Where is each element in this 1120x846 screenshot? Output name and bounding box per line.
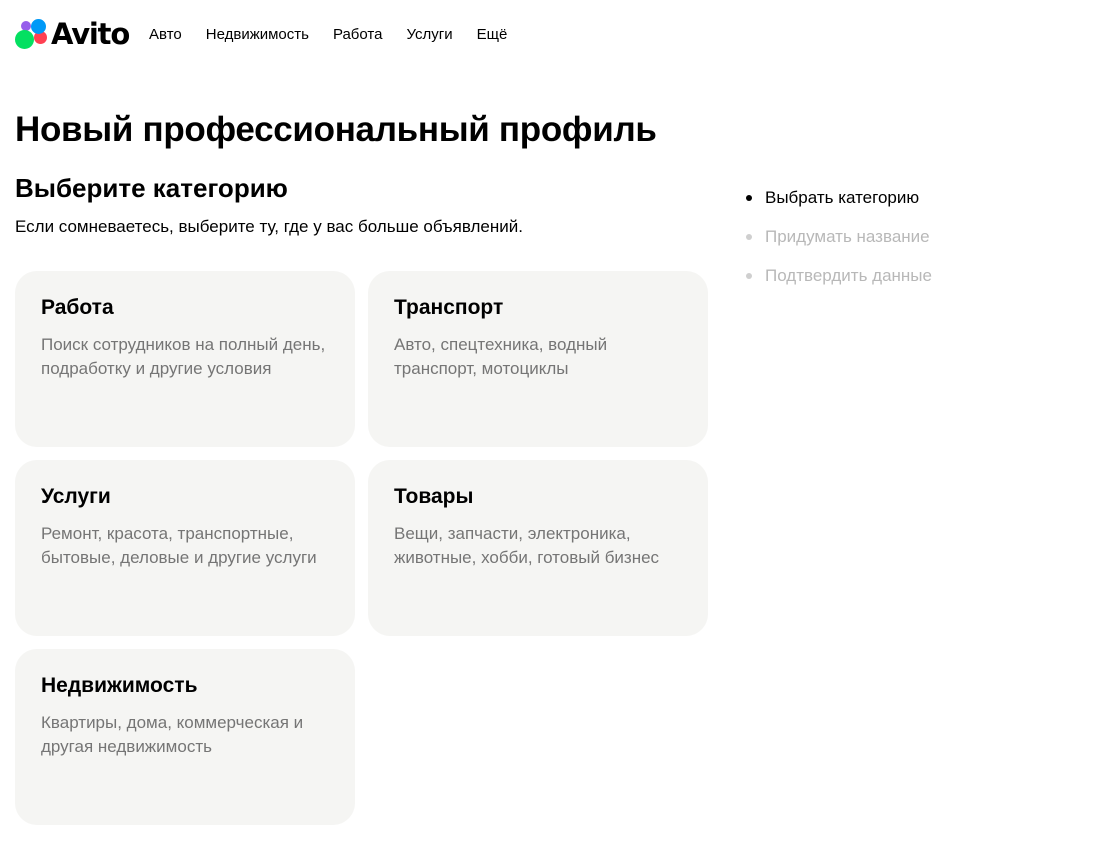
- nav-item-services[interactable]: Услуги: [406, 26, 452, 43]
- nav-item-auto[interactable]: Авто: [149, 26, 182, 43]
- top-nav: Авто Недвижимость Работа Услуги Ещё: [149, 26, 531, 43]
- category-description: Квартиры, дома, коммерческая и другая не…: [41, 713, 304, 756]
- category-card-services[interactable]: Услуги Ремонт, красота, транспортные, бы…: [15, 460, 355, 636]
- header: Avito Авто Недвижимость Работа Услуги Ещ…: [15, 16, 531, 52]
- category-description: Поиск сотрудников на полный день, подраб…: [41, 335, 326, 378]
- category-title: Недвижимость: [41, 674, 198, 697]
- avito-logo[interactable]: Avito: [15, 16, 130, 51]
- step-choose-category: Выбрать категорию: [746, 186, 932, 210]
- category-grid: Работа Поиск сотрудников на полный день,…: [15, 271, 708, 825]
- category-title: Товары: [394, 485, 474, 508]
- category-card-jobs[interactable]: Работа Поиск сотрудников на полный день,…: [15, 271, 355, 447]
- category-title: Услуги: [41, 485, 111, 508]
- category-description: Вещи, запчасти, электроника, животные, х…: [394, 524, 660, 567]
- section-title: Выберите категорию: [15, 173, 288, 203]
- bullet-icon: [746, 234, 752, 240]
- category-card-goods[interactable]: Товары Вещи, запчасти, электроника, живо…: [368, 460, 708, 636]
- logo-dot-green: [15, 30, 34, 49]
- page-title: Новый профессиональный профиль: [15, 110, 657, 149]
- section-subtitle: Если сомневаетесь, выберите ту, где у ва…: [15, 217, 523, 236]
- bullet-icon: [746, 273, 752, 279]
- step-create-name: Придумать название: [746, 225, 932, 249]
- step-label: Подтвердить данные: [765, 266, 932, 285]
- category-title: Транспорт: [394, 296, 504, 319]
- category-card-real-estate[interactable]: Недвижимость Квартиры, дома, коммерческа…: [15, 649, 355, 825]
- step-label: Выбрать категорию: [765, 188, 920, 207]
- step-confirm-data: Подтвердить данные: [746, 264, 932, 288]
- logo-dot-blue: [31, 19, 46, 34]
- nav-item-real-estate[interactable]: Недвижимость: [206, 26, 309, 43]
- logo-text: Avito: [51, 16, 130, 51]
- nav-item-more[interactable]: Ещё: [477, 26, 508, 43]
- avito-logo-icon: [15, 18, 49, 50]
- category-title: Работа: [41, 296, 114, 319]
- category-description: Авто, спецтехника, водный транспорт, мот…: [394, 335, 608, 378]
- bullet-icon: [746, 195, 752, 201]
- nav-item-jobs[interactable]: Работа: [333, 26, 383, 43]
- progress-steps: Выбрать категорию Придумать название Под…: [746, 186, 932, 303]
- category-card-transport[interactable]: Транспорт Авто, спецтехника, водный тран…: [368, 271, 708, 447]
- category-description: Ремонт, красота, транспортные, бытовые, …: [41, 524, 317, 567]
- step-label: Придумать название: [765, 227, 930, 246]
